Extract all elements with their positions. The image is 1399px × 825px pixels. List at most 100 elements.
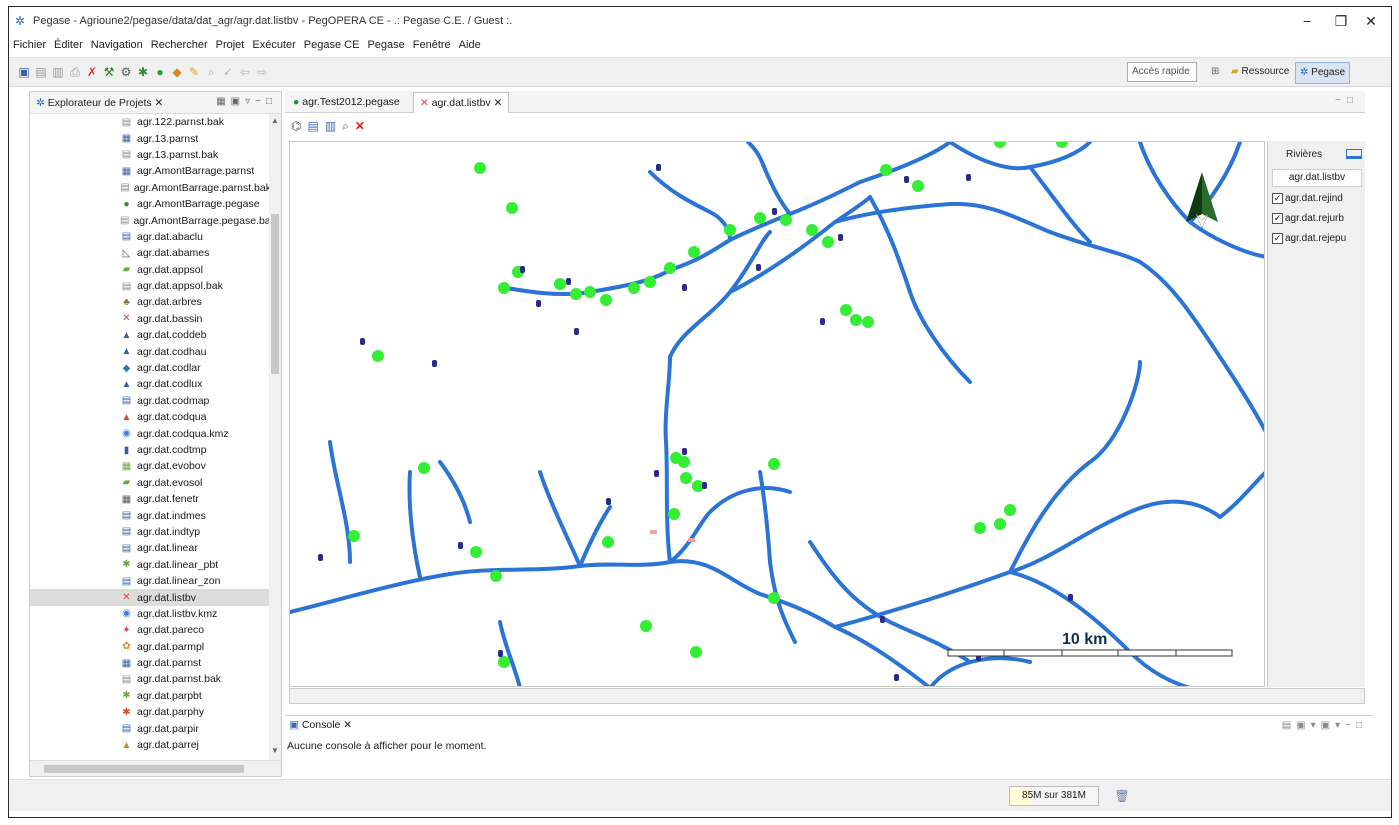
tree-item[interactable]: ▲ agr.dat.parrej [30,737,271,753]
tree-item[interactable]: ✱ agr.dat.parpbt [30,688,271,704]
tree-item[interactable]: ▲ agr.dat.coddeb [30,327,271,343]
open-perspective-icon[interactable]: ⊞ [1207,62,1223,84]
tree-item[interactable]: ▤ agr.122.parnst.bak [30,114,271,130]
pencil-icon[interactable]: ✎ [187,64,201,80]
menu-item-6[interactable]: Pegase CE [304,39,360,51]
tree-item[interactable]: ✱ agr.dat.linear_pbt [30,557,271,573]
run-icon[interactable]: ● [153,64,167,80]
tree-item[interactable]: ▤ agr.dat.codmap [30,393,271,409]
tree-item[interactable]: ▤ agr.dat.parpir [30,720,271,736]
explorer-vertical-scrollbar[interactable]: ▲ ▼ [269,114,281,760]
tree-item[interactable]: ◆ agr.dat.codlar [30,360,271,376]
checkbox-icon[interactable]: ✓ [1272,193,1283,204]
console-tab[interactable]: ▣ Console ✕ [289,719,352,731]
tree-item[interactable]: ▰ agr.dat.evosol [30,475,271,491]
menu-item-9[interactable]: Aide [459,39,481,51]
tree-item[interactable]: ▦ agr.AmontBarrage.parnst [30,163,271,179]
tree-item[interactable]: ▰ agr.dat.appsol [30,262,271,278]
tree-item[interactable]: ▤ agr.dat.indmes [30,507,271,523]
print-icon[interactable]: ⎙ [68,64,82,80]
legend-check-rejurb[interactable]: ✓ agr.dat.rejurb [1272,213,1344,224]
hscroll-thumb[interactable] [44,765,244,773]
debug-icon[interactable]: ✱ [136,64,150,80]
checkbox-icon[interactable]: ✓ [1272,233,1283,244]
tree-item[interactable]: ✕ agr.dat.listbv [30,589,271,606]
tree-item[interactable]: ◉ agr.dat.codqua.kmz [30,425,271,441]
tree-item[interactable]: ✱ agr.dat.parphy [30,704,271,720]
tree-item[interactable]: ▤ agr.dat.abaclu [30,229,271,245]
close-map-icon[interactable]: ✕ [355,119,365,139]
tree-item[interactable]: ▤ agr.dat.linear_zon [30,573,271,589]
save-all-icon[interactable]: ▥ [51,64,65,80]
perspective-pegase[interactable]: ✲ Pegase [1295,62,1351,84]
quick-access-input[interactable]: Accès rapide [1127,62,1197,82]
tree-item[interactable]: ● agr.AmontBarrage.pegase [30,196,271,212]
print-map-icon[interactable]: ▥ [325,119,336,139]
tree-item[interactable]: ◉ agr.dat.listbv.kmz [30,606,271,622]
menu-item-0[interactable]: Fichier [13,39,46,51]
river-map[interactable]: 10 km [289,141,1265,687]
tree-item[interactable]: ▦ agr.dat.fenetr [30,491,271,507]
legend-check-rejind[interactable]: ✓ agr.dat.rejind [1272,193,1343,204]
tree-item[interactable]: ▤ agr.AmontBarrage.parnst.bak [30,180,271,196]
forward-icon[interactable]: ⇨ [255,64,269,80]
scroll-down-icon[interactable]: ▼ [269,746,281,758]
binoculars-icon[interactable]: ⌬ [291,119,301,139]
tree-item[interactable]: ▦ agr.dat.evobov [30,458,271,474]
menu-item-1[interactable]: Éditer [54,39,83,51]
title-bar: ✲ Pegase - Agrioune2/pegase/data/dat_agr… [9,7,1391,35]
tab-agr-test2012[interactable]: ● agr.Test2012.pegase [287,92,406,113]
tree-item[interactable]: ▤ agr.dat.appsol.bak [30,278,271,294]
annotation-icon[interactable]: ✓ [221,64,235,80]
delete-icon[interactable]: ✗ [85,64,99,80]
legend-layer[interactable]: agr.dat.listbv [1272,169,1362,187]
tree-item[interactable]: ✿ agr.dat.parmpl [30,639,271,655]
tree-item[interactable]: ✦ agr.dat.pareco [30,622,271,638]
scroll-thumb[interactable] [271,214,279,374]
tree-item[interactable]: ▲ agr.dat.codhau [30,343,271,359]
external-tools-icon[interactable]: ◆ [170,64,184,80]
zoom-icon[interactable]: ⌕ [342,119,349,139]
tree-item[interactable]: ▤ agr.dat.linear [30,540,271,556]
menu-item-7[interactable]: Pegase [367,39,404,51]
build-icon[interactable]: ⚙ [119,64,133,80]
new-icon[interactable]: ▣ [17,64,31,80]
tree-item[interactable]: ▦ agr.13.parnst [30,130,271,146]
checkbox-icon[interactable]: ✓ [1272,213,1283,224]
tree-item-label: agr.dat.parnst.bak [137,673,222,686]
river-line [868,195,972,384]
tree-item[interactable]: ▲ agr.dat.codqua [30,409,271,425]
tree-item[interactable]: ✕ agr.dat.bassin [30,311,271,327]
explorer-horizontal-scrollbar[interactable] [30,760,281,776]
tree-item[interactable]: ▤ agr.AmontBarrage.pegase.bak [30,212,271,228]
legend-check-rejepu[interactable]: ✓ agr.dat.rejepu [1272,233,1346,244]
scroll-up-icon[interactable]: ▲ [269,116,281,128]
menu-item-3[interactable]: Rechercher [151,39,208,51]
trash-icon[interactable]: 🗑 [1113,786,1131,806]
search-icon[interactable]: ⌕ [204,64,218,80]
perspective-ressource[interactable]: ▰ Ressource [1227,62,1293,84]
editor-window-controls[interactable]: −□ [1335,95,1359,106]
tree-item[interactable]: ◺ agr.dat.abames [30,245,271,261]
console-view-controls[interactable]: ▤▣▾▣▾−□ [1282,720,1367,731]
map-horizontal-scrollbar[interactable] [289,688,1365,704]
back-icon[interactable]: ⇦ [238,64,252,80]
menu-item-5[interactable]: Exécuter [252,39,295,51]
menu-item-2[interactable]: Navigation [91,39,143,51]
save-icon[interactable]: ▤ [34,64,48,80]
tree-item[interactable]: ▤ agr.dat.parnst.bak [30,671,271,687]
explorer-view-controls[interactable]: ▦▣▿−□ [216,96,277,107]
tree-item[interactable]: ▲ agr.dat.codlux [30,376,271,392]
tree-item[interactable]: ▮ agr.dat.codtmp [30,442,271,458]
tree-item-label: agr.dat.codlux [137,378,203,391]
menu-item-8[interactable]: Fenêtre [413,39,451,51]
export-image-icon[interactable]: ▤ [307,119,318,139]
tree-item[interactable]: ♣ agr.dat.arbres [30,294,271,310]
close-button[interactable]: ✕ [1351,11,1391,31]
menu-item-4[interactable]: Projet [216,39,245,51]
tree-item[interactable]: ▤ agr.dat.indtyp [30,524,271,540]
tree-item[interactable]: ▤ agr.13.parnst.bak [30,147,271,163]
tree-item[interactable]: ▦ agr.dat.parnst [30,655,271,671]
tool-icon[interactable]: ⚒ [102,64,116,80]
tab-agr-dat-listbv[interactable]: ✕ agr.dat.listbv ✕ [413,92,510,113]
